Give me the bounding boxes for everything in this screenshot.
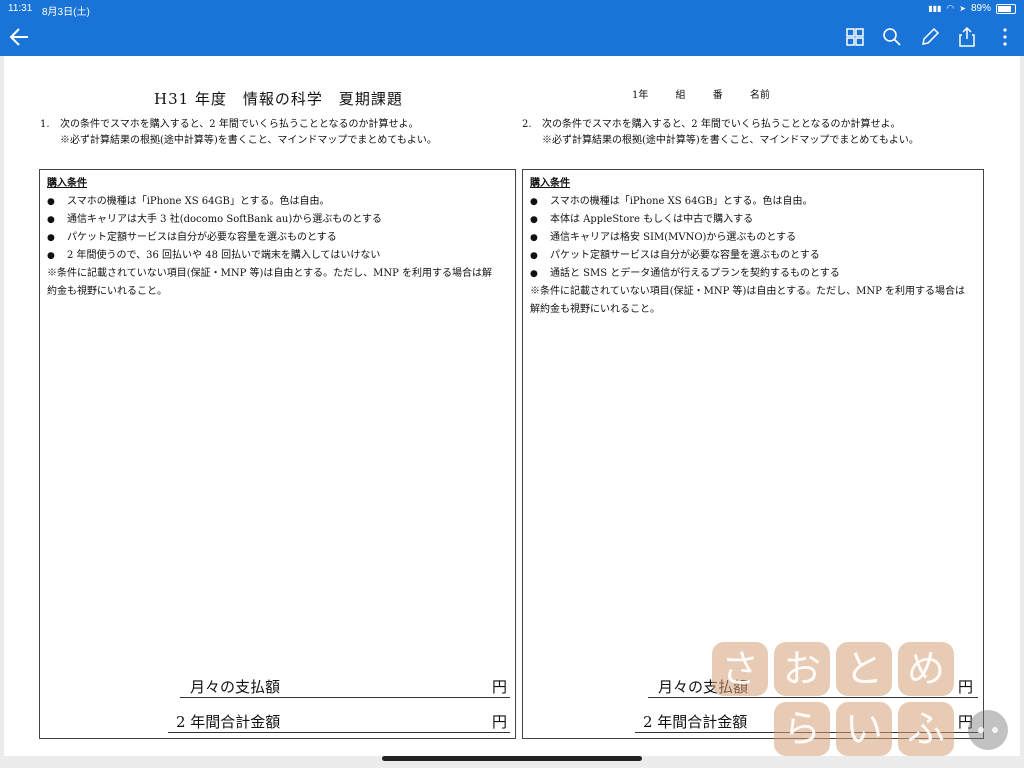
condition-item: スマホの機種は「iPhone XS 64GB」とする。色は自由。 xyxy=(530,193,965,211)
monthly-payment-line xyxy=(648,697,978,698)
condition-item: 2 年間使うので、36 回払いや 48 回払いで端末を購入してはいけない xyxy=(47,247,492,265)
conditions-heading: 購入条件 xyxy=(47,178,87,189)
watermark-char: ら xyxy=(774,702,830,756)
student-info-fields: 1年 組 番 名前 xyxy=(632,90,770,101)
conditions-heading: 購入条件 xyxy=(530,178,570,189)
battery-icon xyxy=(996,3,1016,14)
watermark-char: い xyxy=(836,702,892,756)
question-1: 1. 次の条件でスマホを購入すると、2 年間でいくら払うこととなるのか計算せよ。… xyxy=(40,116,510,150)
yen-unit: 円 xyxy=(958,678,974,696)
question-2-note: ※必ず計算結果の根拠(途中計算等)を書くこと、マインドマップでまとめてもよい。 xyxy=(542,135,919,146)
conditions-list: スマホの機種は「iPhone XS 64GB」とする。色は自由。 本体は App… xyxy=(530,193,965,283)
question-1-text: 次の条件でスマホを購入すると、2 年間でいくら払うこととなるのか計算せよ。 xyxy=(60,119,419,130)
total-payment-label: 2 年間合計金額 xyxy=(176,713,281,731)
yen-unit: 円 xyxy=(492,713,508,731)
question-2: 2. 次の条件でスマホを購入すると、2 年間でいくら払うこととなるのか計算せよ。… xyxy=(522,116,992,150)
pencil-icon[interactable] xyxy=(919,26,941,48)
back-arrow-icon[interactable] xyxy=(6,24,34,50)
watermark-char: め xyxy=(898,642,954,696)
condition-item: パケット定額サービスは自分が必要な容量を選ぶものとする xyxy=(47,229,492,247)
signal-icon: ▮▮▮ xyxy=(928,4,942,13)
watermark-char: と xyxy=(836,642,892,696)
question-2-number: 2. xyxy=(522,119,532,130)
condition-item: 通信キャリアは大手 3 社(docomo SoftBank au)から選ぶものと… xyxy=(47,211,492,229)
total-payment-line xyxy=(168,732,510,733)
conditions-remark: ※条件に記載されていない項目(保証・MNP 等)は自由とする。ただし、MNP を… xyxy=(47,268,492,279)
monthly-payment-line xyxy=(180,697,510,698)
watermark-char: さ xyxy=(712,642,768,696)
total-payment-label: 2 年間合計金額 xyxy=(643,713,748,731)
condition-item: スマホの機種は「iPhone XS 64GB」とする。色は自由。 xyxy=(47,193,492,211)
conditions-remark: 解約金も視野にいれること。 xyxy=(530,304,660,315)
status-date: 8月3日(土) xyxy=(42,7,90,18)
condition-item: 通信キャリアは格安 SIM(MVNO)から選ぶものとする xyxy=(530,229,965,247)
location-icon: ➤ xyxy=(959,4,966,13)
question-1-number: 1. xyxy=(40,119,50,130)
answer-box-1: 購入条件 スマホの機種は「iPhone XS 64GB」とする。色は自由。 通信… xyxy=(39,169,516,739)
conditions-remark: 約金も視野にいれること。 xyxy=(47,286,167,297)
watermark-char: ふ xyxy=(898,702,954,756)
conditions-1: 購入条件 スマホの機種は「iPhone XS 64GB」とする。色は自由。 通信… xyxy=(47,175,492,301)
watermark-char: お xyxy=(774,642,830,696)
wifi-icon: ◠ xyxy=(946,3,955,13)
question-1-note: ※必ず計算結果の根拠(途中計算等)を書くこと、マインドマップでまとめてもよい。 xyxy=(60,135,437,146)
battery-percent: 89% xyxy=(970,3,991,14)
conditions-list: スマホの機種は「iPhone XS 64GB」とする。色は自由。 通信キャリアは… xyxy=(47,193,492,265)
yen-unit: 円 xyxy=(492,678,508,696)
grid-view-icon[interactable] xyxy=(844,26,866,48)
mascot-icon xyxy=(968,710,1008,750)
monthly-payment-label: 月々の支払額 xyxy=(190,678,281,696)
document-title: H31 年度 情報の科学 夏期課題 xyxy=(154,90,403,108)
status-right: ▮▮▮ ◠ ➤ 89% xyxy=(928,3,1016,14)
condition-item: 通話と SMS とデータ通信が行えるプランを契約するものとする xyxy=(530,265,965,283)
condition-item: 本体は AppleStore もしくは中古で購入する xyxy=(530,211,965,229)
status-time: 11:31 xyxy=(8,3,33,14)
status-bar: 11:31 8月3日(土) ▮▮▮ ◠ ➤ 89% xyxy=(0,0,1024,18)
app-bar xyxy=(0,18,1024,56)
share-icon[interactable] xyxy=(956,26,978,48)
more-vertical-icon[interactable] xyxy=(994,26,1016,48)
question-2-text: 次の条件でスマホを購入すると、2 年間でいくら払うこととなるのか計算せよ。 xyxy=(542,119,901,130)
conditions-remark: ※条件に記載されていない項目(保証・MNP 等)は自由とする。ただし、MNP を… xyxy=(530,286,965,297)
conditions-2: 購入条件 スマホの機種は「iPhone XS 64GB」とする。色は自由。 本体… xyxy=(530,175,965,319)
top-bar: 11:31 8月3日(土) ▮▮▮ ◠ ➤ 89% xyxy=(0,0,1024,56)
condition-item: パケット定額サービスは自分が必要な容量を選ぶものとする xyxy=(530,247,965,265)
search-icon[interactable] xyxy=(881,26,903,48)
home-indicator[interactable] xyxy=(382,756,642,761)
